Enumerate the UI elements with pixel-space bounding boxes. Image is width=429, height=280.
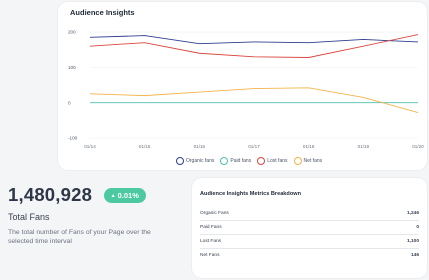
legend-swatch-icon — [220, 157, 229, 165]
legend-label: Paid fans — [230, 158, 252, 164]
x-tick-label: 01/14 — [84, 144, 96, 149]
legend-label: Net fans — [303, 158, 323, 164]
row-label: Paid Fans — [200, 225, 222, 230]
total-fans-description: The total number of Fans of your Page ov… — [8, 229, 151, 245]
row-value: 146 — [410, 253, 419, 258]
metrics-breakdown-card: Audience Insights Metrics Breakdown Orga… — [192, 178, 427, 278]
x-tick-label: 01/15 — [139, 144, 151, 149]
series-line-net-fans — [89, 87, 419, 114]
up-arrow-icon: ▲ — [110, 192, 116, 199]
legend-swatch-icon — [293, 157, 302, 165]
row-value: 0 — [416, 225, 419, 230]
legend-label: Organic fans — [186, 158, 215, 164]
total-fans-value: 1,480,928 — [8, 184, 93, 205]
legend-item-net-fans[interactable]: Net fans — [293, 157, 323, 165]
row-label: Net Fans — [200, 253, 220, 258]
legend-item-lost-fans[interactable]: Lost fans — [257, 157, 288, 165]
y-tick-label: 200 — [68, 30, 76, 35]
x-tick-label: 01/17 — [248, 144, 260, 149]
change-value: 0.01% — [117, 190, 139, 200]
y-tick-label: 100 — [68, 65, 76, 70]
breakdown-title: Audience Insights Metrics Breakdown — [200, 191, 302, 197]
audience-line-chart: -100 0 100 200 01/14 01/15 01/16 01/17 01/18 01/… — [68, 30, 424, 149]
audience-insights-card: Audience Insights -100 0 100 200 01/14 01/15… — [58, 2, 427, 170]
change-badge: ▲ 0.01% — [103, 187, 146, 203]
series-line-organic-fans — [89, 35, 419, 45]
table-row: Lost Fans 1,100 — [200, 235, 419, 249]
chart-legend: Organic fans Paid fans Lost fans Net fans — [176, 157, 322, 165]
x-tick-label: 01/18 — [303, 144, 315, 149]
legend-item-paid-fans[interactable]: Paid fans — [220, 157, 251, 165]
legend-swatch-icon — [176, 157, 184, 165]
table-row: Paid Fans 0 — [200, 221, 419, 235]
x-tick-label: 01/19 — [358, 144, 370, 149]
table-row: Organic Fans 1,246 — [200, 207, 419, 221]
row-label: Organic Fans — [200, 211, 229, 216]
row-label: Lost Fans — [200, 239, 222, 244]
breakdown-table: Organic Fans 1,246 Paid Fans 0 Lost Fans… — [200, 207, 419, 262]
total-fans-block: 1,480,928 ▲ 0.01% Total Fans The total n… — [8, 184, 176, 246]
legend-label: Lost fans — [267, 158, 288, 164]
total-fans-label: Total Fans — [8, 212, 50, 222]
legend-item-organic-fans[interactable]: Organic fans — [176, 157, 214, 165]
table-row: Net Fans 146 — [200, 249, 419, 262]
row-value: 1,246 — [406, 211, 419, 216]
series-line-lost-fans — [89, 34, 419, 58]
y-tick-label: -100 — [68, 136, 78, 141]
x-tick-label: 01/16 — [194, 144, 206, 149]
y-tick-label: 0 — [68, 100, 71, 105]
legend-swatch-icon — [257, 157, 266, 165]
row-value: 1,100 — [406, 239, 419, 244]
x-tick-label: 01/20 — [412, 144, 424, 149]
